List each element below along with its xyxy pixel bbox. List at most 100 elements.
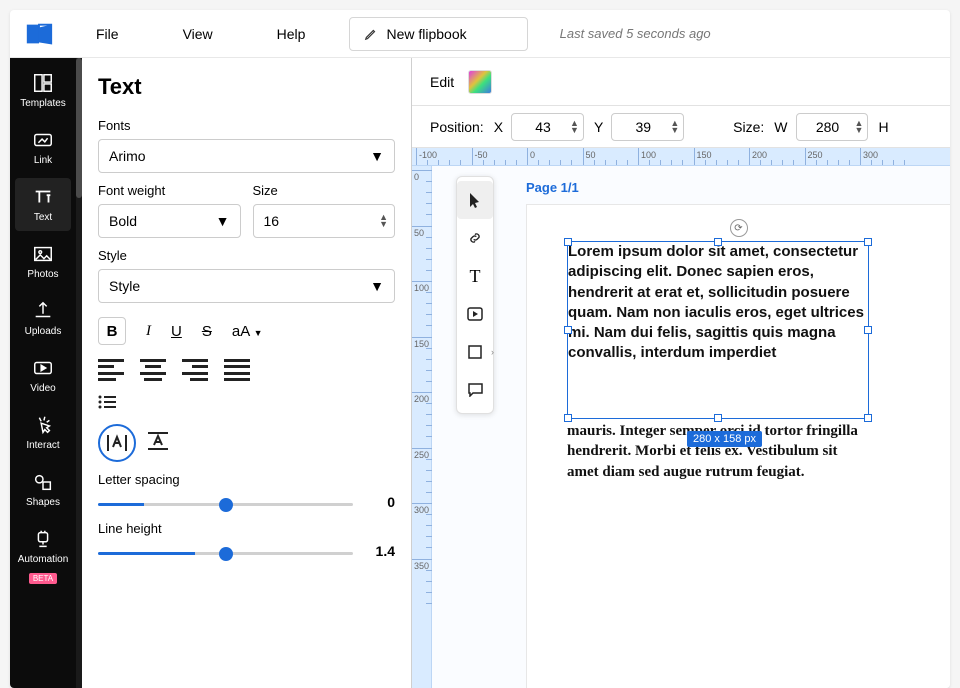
sidebar-item-automation[interactable]: Automation: [15, 520, 71, 573]
fonts-label: Fonts: [98, 118, 395, 133]
vertical-ruler: 050100150200250300350: [412, 166, 432, 688]
stepper-arrows-icon[interactable]: ▲▼: [379, 214, 388, 228]
chevron-down-icon: ▼: [254, 328, 263, 338]
letter-spacing-mode-button[interactable]: [98, 424, 136, 462]
interact-icon: [32, 414, 54, 436]
sidebar-item-photos[interactable]: Photos: [15, 235, 71, 288]
w-input[interactable]: ▲▼: [796, 113, 869, 141]
resize-handle-tr[interactable]: [864, 238, 872, 246]
dimensions-badge: 280 x 158 px: [687, 431, 762, 447]
resize-handle-mr[interactable]: [864, 326, 872, 334]
text-properties-panel: Text Fonts Arimo ▼ Font weight Bold ▼ Si…: [82, 58, 412, 688]
menu-help[interactable]: Help: [249, 10, 334, 58]
letter-spacing-icon: [105, 432, 129, 454]
page-indicator: Page 1/1: [526, 180, 579, 195]
textbox-content: Lorem ipsum dolor sit amet, consectetur …: [568, 243, 864, 361]
resize-handle-ml[interactable]: [564, 326, 572, 334]
stepper-arrows-icon[interactable]: ▲▼: [670, 120, 679, 134]
panel-title: Text: [98, 74, 395, 100]
link-icon: [32, 129, 54, 151]
x-input[interactable]: ▲▼: [511, 113, 584, 141]
bold-button[interactable]: B: [98, 317, 126, 345]
align-left-button[interactable]: [98, 359, 124, 381]
pencil-icon: [364, 27, 378, 41]
last-saved-text: Last saved 5 seconds ago: [560, 26, 711, 41]
style-select[interactable]: Style ▼: [98, 269, 395, 303]
color-picker-button[interactable]: [468, 70, 492, 94]
automation-icon: [32, 528, 54, 550]
canvas[interactable]: T › Page 1/1 ⟳ Lorem ipsum dolor sit ame…: [432, 166, 950, 688]
horizontal-ruler: -100-50050100150200250300: [412, 148, 950, 166]
textcase-button[interactable]: aA ▼: [232, 323, 263, 340]
sidebar-item-templates[interactable]: Templates: [15, 64, 71, 117]
sidebar-item-link[interactable]: Link: [15, 121, 71, 174]
position-label: Position:: [430, 119, 484, 135]
stepper-arrows-icon[interactable]: ▲▼: [855, 120, 864, 134]
line-height-label: Line height: [98, 521, 395, 536]
text-tool[interactable]: T: [457, 257, 493, 295]
page-surface[interactable]: ⟳ Lorem ipsum dolor sit amet, consectetu…: [526, 204, 950, 688]
stepper-arrows-icon[interactable]: ▲▼: [570, 120, 579, 134]
cursor-icon: [468, 192, 482, 208]
upload-icon: [32, 300, 54, 322]
italic-button[interactable]: I: [146, 323, 151, 340]
size-label: Size: [253, 183, 396, 198]
canvas-toolbar: T ›: [456, 176, 494, 414]
font-select[interactable]: Arimo ▼: [98, 139, 395, 173]
comment-tool[interactable]: [457, 371, 493, 409]
select-tool[interactable]: [457, 181, 493, 219]
bullet-list-button[interactable]: [98, 395, 395, 414]
play-rect-icon: [467, 307, 483, 321]
line-height-mode-button[interactable]: [146, 430, 170, 457]
w-label: W: [774, 119, 787, 135]
align-center-button[interactable]: [140, 359, 166, 381]
new-flipbook-button[interactable]: New flipbook: [349, 17, 527, 51]
menu-file[interactable]: File: [68, 10, 147, 58]
chevron-down-icon: ▼: [216, 213, 230, 229]
shape-tool[interactable]: ›: [457, 333, 493, 371]
letter-spacing-label: Letter spacing: [98, 472, 395, 487]
weight-select[interactable]: Bold ▼: [98, 204, 241, 238]
sidebar-item-interact[interactable]: Interact: [15, 406, 71, 459]
chevron-right-icon: ›: [491, 347, 494, 357]
x-label: X: [494, 119, 503, 135]
letter-spacing-slider[interactable]: [98, 503, 353, 506]
sidebar-item-shapes[interactable]: Shapes: [15, 463, 71, 516]
weight-label: Font weight: [98, 183, 241, 198]
align-justify-button[interactable]: [224, 359, 250, 381]
h-label: H: [878, 119, 888, 135]
sidebar-item-text[interactable]: Text: [15, 178, 71, 231]
size-label: Size:: [733, 119, 764, 135]
chevron-down-icon: ▼: [370, 148, 384, 164]
size-stepper[interactable]: 16 ▲▼: [253, 204, 396, 238]
y-label: Y: [594, 119, 603, 135]
link-tool[interactable]: [457, 219, 493, 257]
resize-handle-tm[interactable]: [714, 238, 722, 246]
beta-badge: BETA: [29, 573, 57, 584]
selected-textbox[interactable]: Lorem ipsum dolor sit amet, consectetur …: [567, 241, 869, 419]
video-icon: [32, 357, 54, 379]
line-height-value: 1.4: [367, 543, 395, 559]
align-right-button[interactable]: [182, 359, 208, 381]
top-menubar: File View Help New flipbook Last saved 5…: [10, 10, 950, 58]
line-height-icon: [146, 430, 170, 452]
strikethrough-button[interactable]: S: [202, 323, 212, 340]
menu-view[interactable]: View: [155, 10, 241, 58]
t-icon: T: [470, 266, 481, 287]
photos-icon: [32, 243, 54, 265]
line-height-slider[interactable]: [98, 552, 353, 555]
sidebar-item-video[interactable]: Video: [15, 349, 71, 402]
underline-button[interactable]: U: [171, 323, 182, 340]
resize-handle-tl[interactable]: [564, 238, 572, 246]
templates-icon: [32, 72, 54, 94]
rotate-handle[interactable]: ⟳: [730, 219, 748, 237]
sidebar-item-uploads[interactable]: Uploads: [15, 292, 71, 345]
app-logo[interactable]: [18, 19, 60, 49]
y-input[interactable]: ▲▼: [611, 113, 684, 141]
new-flipbook-label: New flipbook: [386, 26, 466, 42]
text-icon: [32, 186, 54, 208]
media-tool[interactable]: [457, 295, 493, 333]
comment-icon: [468, 383, 483, 397]
chevron-down-icon: ▼: [370, 278, 384, 294]
left-sidebar: Templates Link Text Photos Uploads Video: [10, 58, 76, 688]
